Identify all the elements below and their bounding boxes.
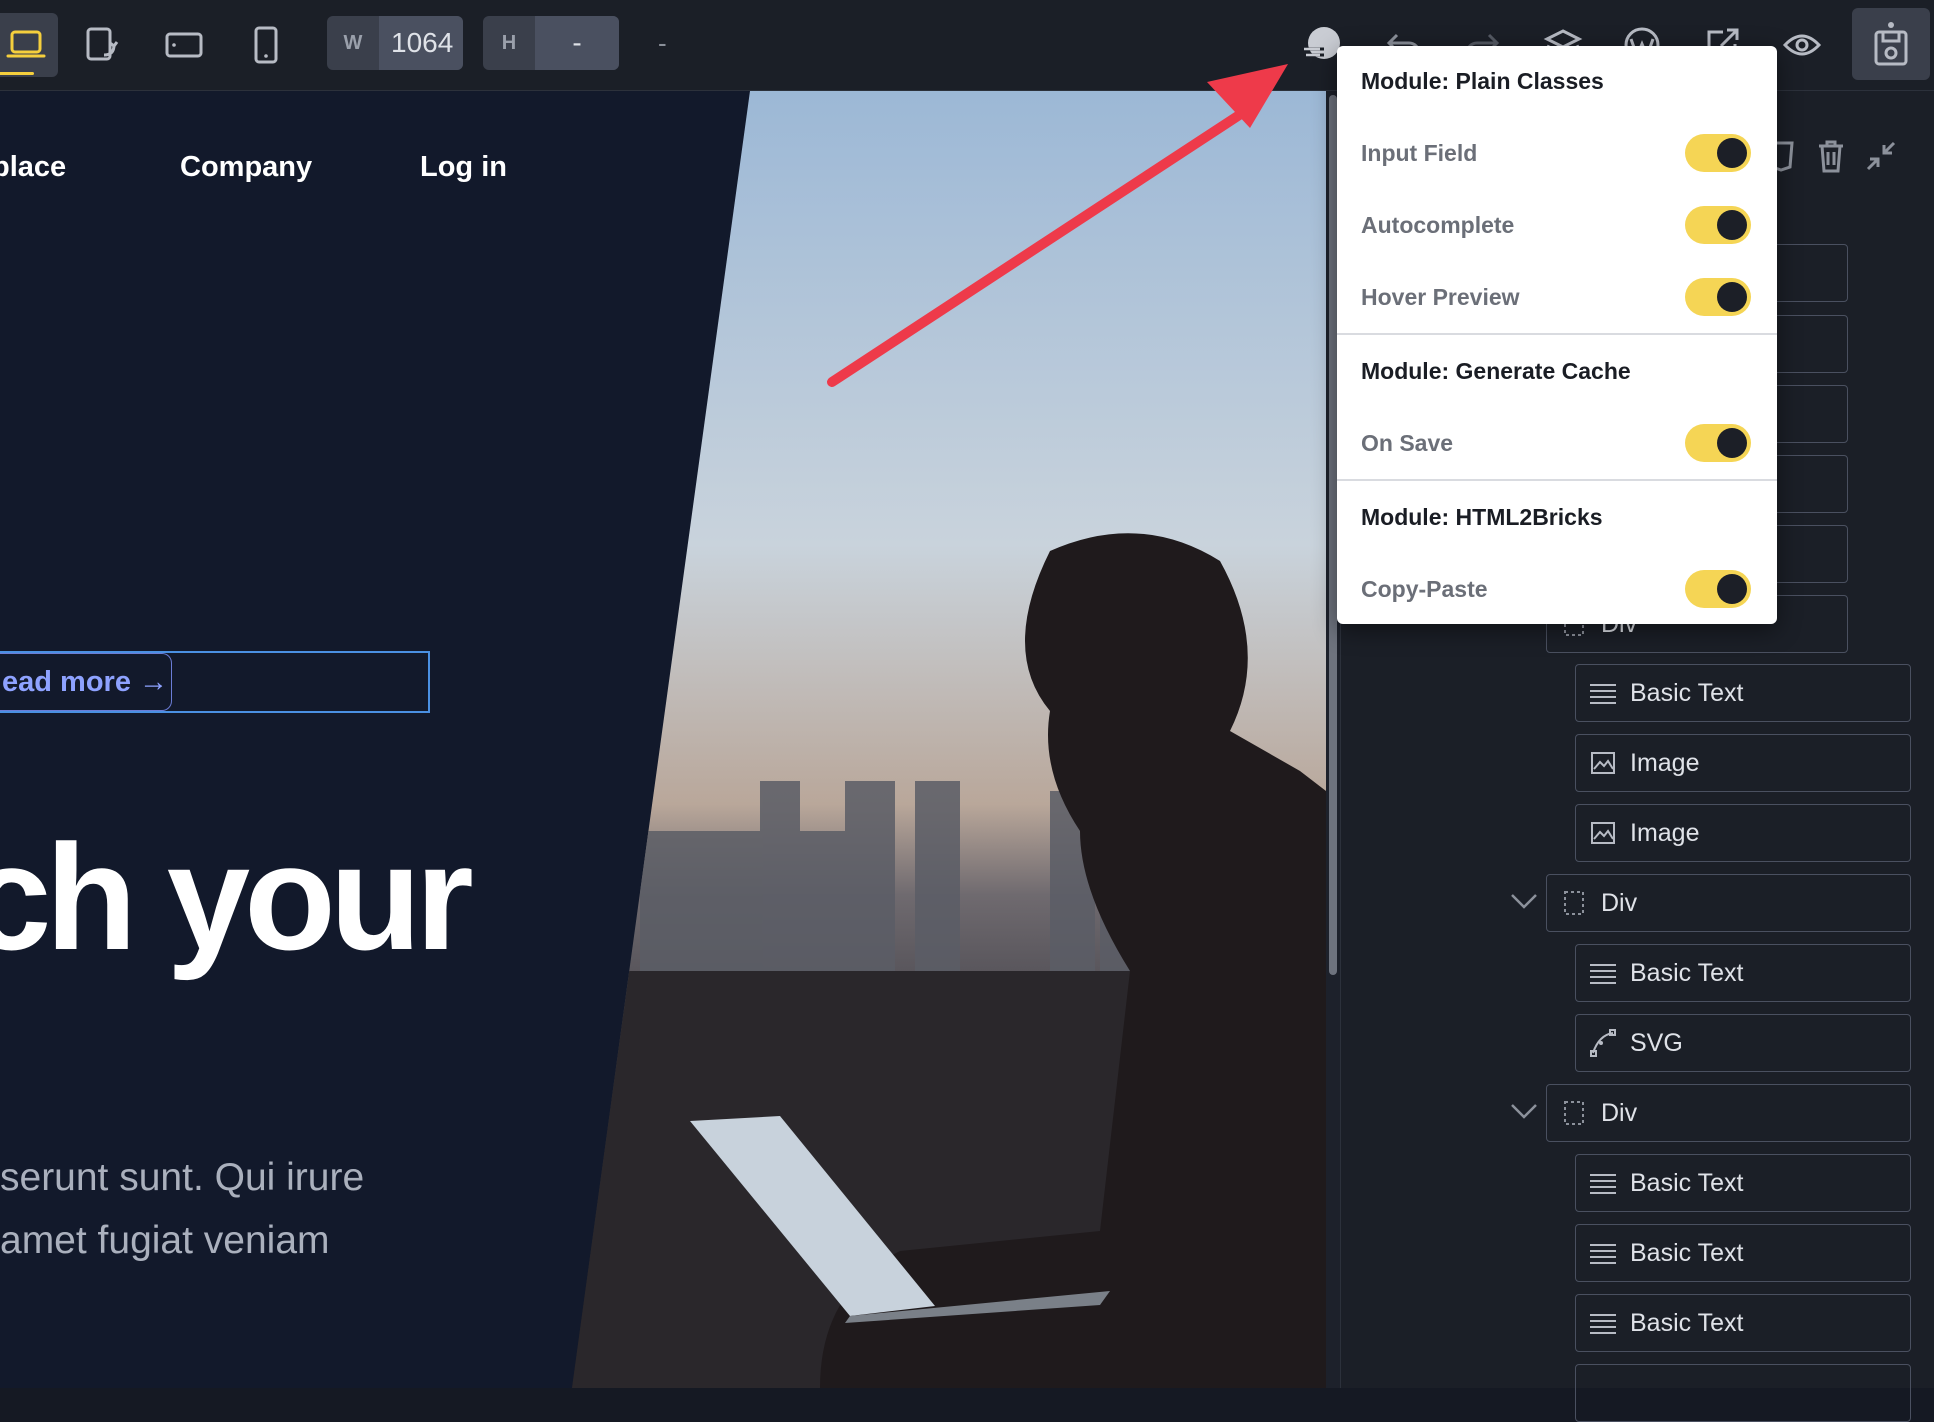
- tree-row-label: Basic Text: [1630, 1308, 1744, 1337]
- autocomplete-toggle[interactable]: [1685, 206, 1751, 244]
- tree-row-label: Basic Text: [1630, 1238, 1744, 1267]
- chevron-down-icon[interactable]: [1509, 891, 1539, 911]
- tree-row-label: Div: [1601, 1098, 1638, 1127]
- toggle-label-hover-preview: Hover Preview: [1361, 284, 1520, 310]
- toggle-label-autocomplete: Autocomplete: [1361, 212, 1515, 238]
- scrollbar-thumb[interactable]: [1329, 95, 1337, 975]
- tree-row-label: Div: [1601, 888, 1638, 917]
- tree-row[interactable]: Basic Text: [1575, 1154, 1911, 1212]
- text-lines-icon: [1590, 684, 1616, 704]
- section-divider: [1337, 333, 1777, 335]
- chevron-down-icon[interactable]: [1509, 1101, 1539, 1121]
- tree-row-label: Image: [1630, 748, 1700, 777]
- tree-row[interactable]: Image: [1575, 734, 1911, 792]
- tablet-rotate-icon: [86, 27, 119, 61]
- tree-row[interactable]: Div: [1546, 1084, 1911, 1142]
- input-field-toggle[interactable]: [1685, 134, 1751, 172]
- tree-row[interactable]: Basic Text: [1575, 1224, 1911, 1282]
- div-box-icon: [1564, 1101, 1584, 1125]
- image-icon: [1591, 752, 1615, 774]
- copy-paste-toggle[interactable]: [1685, 570, 1751, 608]
- save-disk-icon: [1874, 22, 1908, 66]
- tree-row-label: Image: [1630, 818, 1700, 847]
- toggle-label-copy-paste: Copy-Paste: [1361, 576, 1488, 602]
- tree-row-label: SVG: [1630, 1028, 1683, 1057]
- width-field[interactable]: W 1064: [327, 16, 463, 70]
- nav-link-login[interactable]: Log in: [420, 151, 507, 184]
- extension-settings-popup: Module: Plain Classes Input Field Autoco…: [1337, 46, 1777, 624]
- tablet-landscape-breakpoint-button[interactable]: [70, 13, 134, 77]
- section-title-plain-classes: Module: Plain Classes: [1361, 68, 1604, 94]
- tree-row[interactable]: Image: [1575, 804, 1911, 862]
- tablet-breakpoint-button[interactable]: [152, 13, 216, 77]
- tree-row-label: Basic Text: [1630, 1168, 1744, 1197]
- tree-row-label: Basic Text: [1630, 678, 1744, 707]
- width-label: W: [343, 31, 363, 54]
- height-input[interactable]: -: [535, 16, 619, 70]
- page-canvas: place Company Log in ead more → ch your …: [0, 91, 1326, 1388]
- on-save-toggle[interactable]: [1685, 424, 1751, 462]
- tree-row-label: Basic Text: [1630, 958, 1744, 987]
- toggle-label-on-save: On Save: [1361, 430, 1454, 456]
- width-input[interactable]: 1064: [379, 16, 463, 70]
- image-icon: [1591, 822, 1615, 844]
- save-button[interactable]: [1852, 8, 1930, 80]
- preview-button[interactable]: [1777, 20, 1827, 70]
- read-more-link[interactable]: ead more →: [0, 653, 172, 711]
- trash-icon: [1819, 140, 1843, 173]
- collapse-arrows-icon: [1866, 141, 1896, 171]
- tree-row-cutoff[interactable]: [1575, 1364, 1911, 1422]
- text-lines-icon: [1590, 1174, 1616, 1194]
- laptop-breakpoint-button[interactable]: [0, 13, 58, 77]
- tree-row[interactable]: Basic Text: [1575, 664, 1911, 722]
- section-title-html2bricks: Module: HTML2Bricks: [1361, 504, 1603, 530]
- tree-row[interactable]: SVG: [1575, 1014, 1911, 1072]
- text-lines-icon: [1590, 1244, 1616, 1264]
- collapse-all-button[interactable]: [1861, 131, 1901, 181]
- tree-row[interactable]: Div: [1546, 874, 1911, 932]
- mobile-phone-icon: [254, 26, 278, 64]
- nav-link-company[interactable]: Company: [180, 151, 312, 184]
- div-box-icon: [1564, 891, 1584, 915]
- tree-row[interactable]: Basic Text: [1575, 944, 1911, 1002]
- delete-button[interactable]: [1811, 131, 1851, 181]
- text-lines-icon: [1590, 964, 1616, 984]
- selected-element-outline[interactable]: ead more →: [0, 651, 430, 713]
- height-field[interactable]: H -: [483, 16, 619, 70]
- laptop-icon: [6, 30, 46, 58]
- svg-pen-icon: [1590, 1029, 1616, 1057]
- mobile-breakpoint-button[interactable]: [234, 13, 298, 77]
- tree-row[interactable]: Basic Text: [1575, 1294, 1911, 1352]
- text-lines-icon: [1590, 1314, 1616, 1334]
- tablet-landscape-icon: [165, 32, 203, 58]
- hero-paragraph-line-2: amet fugiat veniam: [0, 1219, 330, 1262]
- height-label: H: [501, 31, 517, 54]
- hero-headline: ch your: [0, 813, 474, 981]
- hero-paragraph-line-1: serunt sunt. Qui irure: [0, 1156, 365, 1199]
- nav-link-marketplace[interactable]: place: [0, 151, 66, 184]
- section-divider: [1337, 479, 1777, 481]
- toggle-label-input-field: Input Field: [1361, 140, 1478, 166]
- section-title-generate-cache: Module: Generate Cache: [1361, 358, 1631, 384]
- eye-icon: [1782, 34, 1822, 56]
- hover-preview-toggle[interactable]: [1685, 278, 1751, 316]
- toolbar-separator-dash: -: [658, 28, 667, 58]
